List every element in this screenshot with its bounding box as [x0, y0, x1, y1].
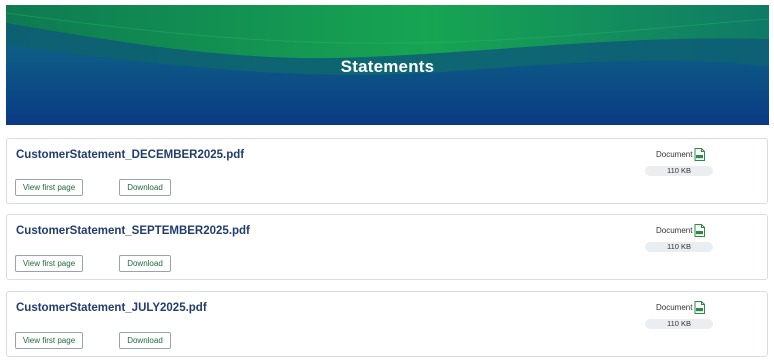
document-type-label: Document	[656, 226, 693, 235]
document-type-label: Document	[656, 303, 693, 312]
statement-card: CustomerStatement_JULY2025.pdf View firs…	[6, 291, 768, 357]
download-button[interactable]: Download	[119, 255, 171, 272]
statements-header-banner: Statements	[6, 5, 769, 125]
view-first-page-button[interactable]: View first page	[15, 255, 83, 272]
view-first-page-button[interactable]: View first page	[15, 179, 83, 196]
pdf-file-icon	[694, 301, 705, 314]
statement-card: CustomerStatement_SEPTEMBER2025.pdf View…	[6, 214, 768, 280]
statement-file-name: CustomerStatement_JULY2025.pdf	[16, 302, 207, 314]
statement-file-name: CustomerStatement_DECEMBER2025.pdf	[16, 149, 245, 161]
pdf-file-icon	[694, 148, 705, 161]
file-size-badge: 110 KB	[645, 242, 713, 252]
statements-page: Statements CustomerStatement_DECEMBER202…	[0, 0, 774, 364]
download-button[interactable]: Download	[119, 179, 171, 196]
view-first-page-button[interactable]: View first page	[15, 332, 83, 349]
file-size-badge: 110 KB	[645, 319, 713, 329]
download-button[interactable]: Download	[119, 332, 171, 349]
statement-card: CustomerStatement_DECEMBER2025.pdf View …	[6, 138, 768, 204]
file-size-badge: 110 KB	[645, 166, 713, 176]
page-title: Statements	[340, 57, 435, 76]
pdf-file-icon	[694, 224, 705, 237]
document-type-label: Document	[656, 150, 693, 159]
statement-file-name: CustomerStatement_SEPTEMBER2025.pdf	[16, 225, 250, 237]
